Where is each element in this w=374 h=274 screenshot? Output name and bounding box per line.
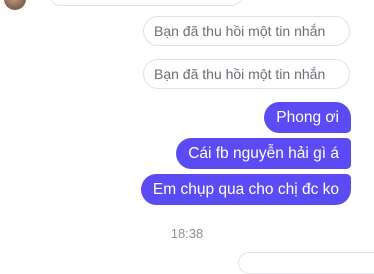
outgoing-message-text: Cái fb nguyễn hải gì á <box>188 144 339 162</box>
next-message-bubble[interactable] <box>238 252 374 274</box>
previous-message-bubble[interactable] <box>50 0 242 6</box>
recalled-message-text: Bạn đã thu hồi một tin nhắn <box>154 66 326 82</box>
outgoing-message-text: Em chụp qua cho chị đc ko <box>152 180 339 198</box>
contact-avatar[interactable] <box>4 0 26 10</box>
recalled-message-1[interactable]: Bạn đã thu hồi một tin nhắn <box>143 16 350 46</box>
message-timestamp: 18:38 <box>170 226 204 241</box>
outgoing-message-text: Phong ơi <box>276 108 339 126</box>
recalled-message-2[interactable]: Bạn đã thu hồi một tin nhắn <box>143 59 350 89</box>
outgoing-message-2[interactable]: Cái fb nguyễn hải gì á <box>176 138 351 169</box>
outgoing-message-1[interactable]: Phong ơi <box>264 102 351 133</box>
recalled-message-text: Bạn đã thu hồi một tin nhắn <box>154 23 326 39</box>
outgoing-message-3[interactable]: Em chụp qua cho chị đc ko <box>140 174 351 205</box>
